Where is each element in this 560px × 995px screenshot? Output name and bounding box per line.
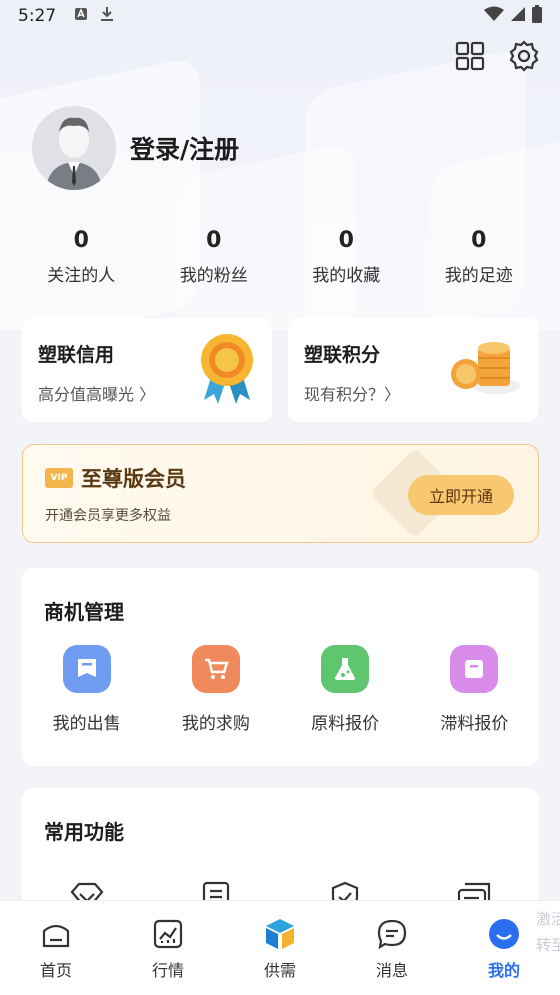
cube-icon [263, 917, 297, 951]
my-purchase-item[interactable]: 我的求购 [151, 645, 280, 734]
box-icon [450, 645, 499, 693]
grid-label: 我的出售 [52, 714, 121, 734]
tab-supply[interactable]: 供需 [224, 901, 336, 995]
stat-following[interactable]: 0 关注的人 [15, 228, 148, 286]
stat-label: 我的粉丝 [179, 266, 248, 286]
watermark-line: 转至 [536, 936, 560, 954]
grid-label: 我的求购 [181, 714, 250, 734]
stat-footprints[interactable]: 0 我的足迹 [413, 228, 546, 286]
smile-face-icon [487, 917, 521, 951]
activation-watermark: 激活 转至 [536, 906, 560, 958]
tab-label: 供需 [263, 961, 296, 980]
top-actions [454, 40, 540, 72]
status-bar: 5:27 [0, 0, 560, 32]
sales-tag-icon [62, 645, 111, 693]
points-card[interactable]: 塑联积分 现有积分？〉 [288, 318, 538, 422]
stat-fans[interactable]: 0 我的粉丝 [148, 228, 281, 286]
vip-open-button[interactable]: 立即开通 [408, 475, 514, 515]
signal-icon [510, 6, 526, 27]
stats-row: 0 关注的人 0 我的粉丝 0 我的收藏 0 我的足迹 [15, 228, 545, 286]
settings-gear-icon[interactable] [508, 40, 540, 72]
login-register-link[interactable]: 登录/注册 [130, 130, 239, 166]
stat-label: 我的足迹 [444, 266, 513, 286]
tab-messages[interactable]: 消息 [336, 901, 448, 995]
bottom-tab-bar: 首页 行情 供需 消息 我的 [0, 900, 560, 995]
raw-price-item[interactable]: 原料报价 [281, 645, 410, 734]
wifi-icon [484, 6, 504, 27]
stat-value: 0 [206, 228, 222, 253]
vip-badge-icon: VIP [45, 468, 73, 488]
profile-header[interactable]: 登录/注册 [32, 106, 239, 190]
keyboard-icon [74, 7, 88, 25]
stat-value: 0 [338, 228, 354, 253]
tab-label: 我的 [487, 961, 520, 980]
coins-icon [448, 330, 524, 404]
stat-favorites[interactable]: 0 我的收藏 [280, 228, 413, 286]
tab-home[interactable]: 首页 [0, 901, 112, 995]
stat-label: 关注的人 [47, 266, 116, 286]
vip-banner[interactable]: VIP 至尊版会员 开通会员享更多权益 立即开通 [22, 444, 539, 543]
section-title: 商机管理 [44, 600, 124, 624]
chart-icon [151, 917, 185, 951]
tab-label: 消息 [375, 961, 408, 980]
tab-label: 行情 [151, 961, 184, 980]
stagnant-price-item[interactable]: 滞料报价 [410, 645, 539, 734]
avatar[interactable] [32, 106, 116, 190]
flask-icon [321, 645, 370, 693]
credit-card[interactable]: 塑联信用 高分值高曝光 〉 [22, 318, 272, 422]
my-sales-item[interactable]: 我的出售 [22, 645, 151, 734]
watermark-line: 激活 [536, 910, 560, 928]
download-icon [100, 6, 114, 26]
vip-title: 至尊版会员 [81, 467, 186, 491]
grid-label: 滞料报价 [440, 714, 509, 734]
stat-label: 我的收藏 [312, 266, 381, 286]
section-title: 常用功能 [44, 820, 124, 844]
business-section: 商机管理 我的出售 我的求购 原料报价 滞料报价 [22, 568, 539, 766]
stat-value: 0 [471, 228, 487, 253]
tab-label: 首页 [39, 961, 72, 980]
status-time: 5:27 [18, 6, 57, 26]
grid-label: 原料报价 [311, 714, 380, 734]
scan-grid-icon[interactable] [454, 40, 486, 72]
tab-market[interactable]: 行情 [112, 901, 224, 995]
medal-icon [196, 330, 258, 410]
cart-icon [191, 645, 240, 693]
home-icon [39, 917, 73, 951]
stat-value: 0 [73, 228, 89, 253]
battery-icon [532, 4, 542, 28]
chat-bubble-icon [375, 917, 409, 951]
